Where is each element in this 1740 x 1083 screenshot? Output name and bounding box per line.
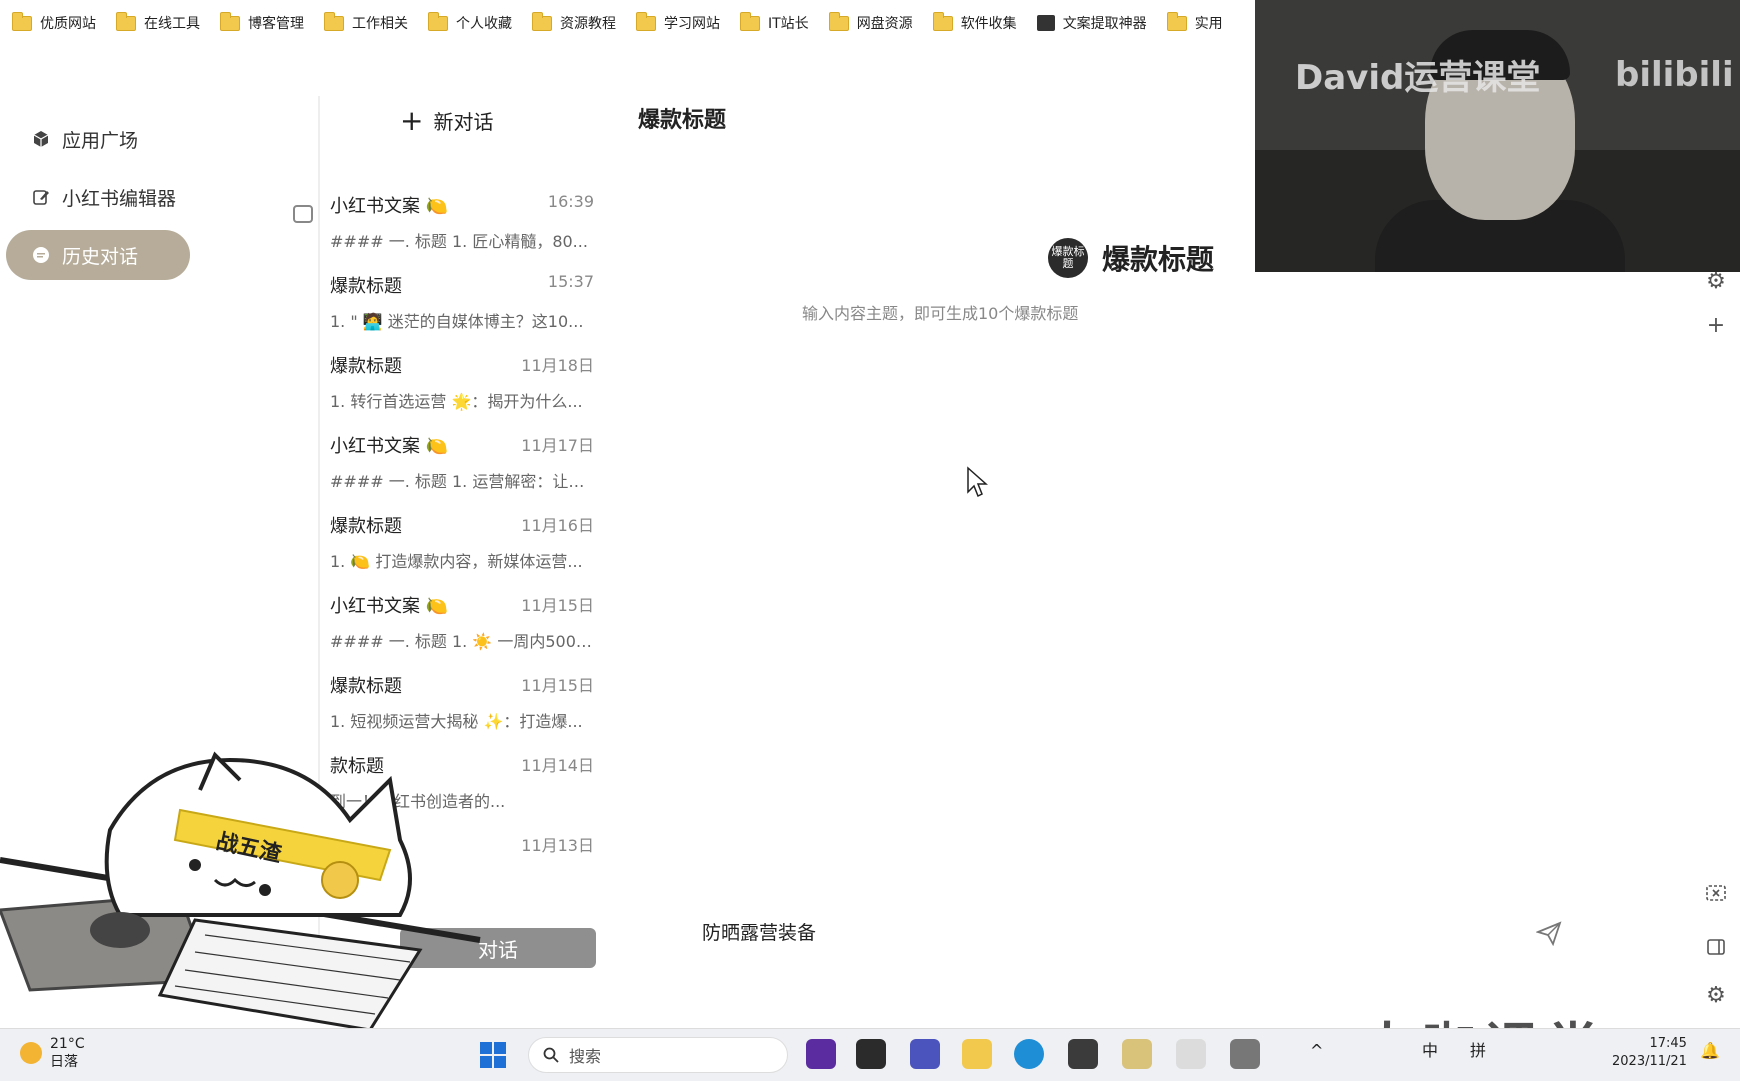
bookmark-item[interactable]: 在线工具 <box>116 11 200 33</box>
screenshot-icon[interactable] <box>1703 880 1729 906</box>
folder-icon <box>1166 11 1187 31</box>
bookmark-item[interactable]: 资源教程 <box>532 11 616 33</box>
notification-bell-icon[interactable]: 🔔 <box>1700 1041 1720 1060</box>
webcam-watermark: David运营课堂 <box>1295 58 1541 98</box>
notepad-icon[interactable] <box>1122 1039 1152 1069</box>
taskbar-clock[interactable]: 17:45 2023/11/21 <box>1612 1035 1687 1071</box>
bookmark-item[interactable]: 文案提取神器 <box>1036 13 1147 33</box>
bot-avatar: 爆款标题 <box>1048 238 1088 278</box>
chat-input[interactable]: 防晒露营装备 <box>702 918 816 945</box>
folder-icon <box>12 11 32 31</box>
app-icon[interactable] <box>1176 1039 1206 1069</box>
chevron-up-icon[interactable]: ^ <box>1310 1041 1323 1060</box>
plus-icon: + <box>400 103 424 137</box>
folder-icon <box>116 11 136 31</box>
webcam-overlay: David运营课堂 bilibili <box>1255 0 1740 272</box>
conversation-item[interactable]: 小红书文案 🍋 16:39 #### 一. 标题 1. 匠心精髓，80... <box>330 192 594 252</box>
edit-icon <box>32 188 50 206</box>
conversation-item[interactable]: 爆款标题 11月18日 1. 转行首选运营 🌟：揭开为什么... <box>330 352 594 412</box>
bookmark-item[interactable]: 个人收藏 <box>428 11 512 33</box>
folder-icon <box>740 11 760 31</box>
edge-browser-icon[interactable] <box>1014 1039 1044 1069</box>
taskbar: 21°C 日落 搜索 ^ 中 拼 17:45 2023/11/21 🔔 <box>0 1028 1740 1081</box>
mouse-cursor-icon <box>967 466 988 498</box>
search-icon <box>543 1047 559 1063</box>
app-icon[interactable] <box>856 1039 886 1069</box>
new-chat-button[interactable]: + 新对话 <box>400 106 493 135</box>
sidebar-toggle-icon[interactable] <box>1703 934 1729 960</box>
file-explorer-icon[interactable] <box>962 1039 992 1069</box>
bilibili-logo: bilibili <box>1615 55 1734 95</box>
bookmark-item[interactable]: 网盘资源 <box>828 11 913 33</box>
conversation-item[interactable]: 爆款标题 11月16日 1. 🍋 打造爆款内容，新媒体运营... <box>330 512 594 572</box>
bookmark-item[interactable]: 工作相关 <box>324 11 408 33</box>
app-icon[interactable] <box>1230 1039 1260 1069</box>
weather-widget[interactable]: 21°C 日落 <box>20 1035 85 1071</box>
cat-mascot-illustration: 战五渣 <box>0 751 481 1030</box>
folder-icon <box>220 11 240 31</box>
conversation-item[interactable]: 爆款标题 15:37 1. " 🧑‍💻 迷茫的自媒体博主？这10... <box>330 272 594 332</box>
cube-icon <box>32 130 50 148</box>
sidebar-item-xhs-editor[interactable]: 小红书编辑器 <box>6 172 224 222</box>
folder-icon <box>932 11 953 31</box>
conversation-item[interactable]: 小红书文案 🍋 11月17日 #### 一. 标题 1. 运营解密：让你... <box>330 432 594 492</box>
app-icon <box>1036 15 1055 31</box>
folder-icon <box>636 11 656 31</box>
sidebar-item-app-square[interactable]: 应用广场 <box>6 114 224 164</box>
taskbar-search[interactable]: 搜索 <box>528 1037 788 1073</box>
bookmark-item[interactable]: 实用 <box>1166 11 1223 33</box>
bot-name: 爆款标题 <box>1102 243 1215 276</box>
bookmark-item[interactable]: IT站长 <box>740 11 809 33</box>
bookmark-item[interactable]: 软件收集 <box>932 11 1017 33</box>
sidebar-item-label: 历史对话 <box>62 245 139 268</box>
weather-description: 日落 <box>50 1054 78 1070</box>
bot-header: 爆款标题 爆款标题 <box>1048 238 1214 278</box>
premiere-app-icon[interactable] <box>806 1039 836 1069</box>
folder-icon <box>428 11 448 31</box>
windows-start-icon[interactable] <box>480 1042 506 1068</box>
weather-temperature: 21°C <box>50 1036 85 1052</box>
teams-app-icon[interactable] <box>910 1039 940 1069</box>
folder-icon <box>828 11 849 31</box>
bookmark-item[interactable]: 学习网站 <box>636 11 720 33</box>
chat-icon <box>32 246 50 264</box>
send-icon[interactable] <box>1536 920 1562 946</box>
bot-description: 输入内容主题，即可生成10个爆款标题 <box>802 304 1079 323</box>
bookmark-item[interactable]: 优质网站 <box>12 11 96 33</box>
cat-mascot-overlay: 战五渣 <box>0 740 520 1030</box>
weather-sun-icon <box>20 1042 42 1064</box>
bookmark-item[interactable]: 博客管理 <box>220 11 304 33</box>
page-title: 爆款标题 <box>638 108 727 133</box>
conversation-item[interactable]: 爆款标题 11月15日 1. 短视频运营大揭秘 ✨：打造爆... <box>330 672 594 732</box>
sidebar: 应用广场 小红书编辑器 历史对话 <box>0 110 230 288</box>
ime-input[interactable]: 拼 <box>1470 1037 1486 1061</box>
conversation-item[interactable]: 小红书文案 🍋 11月15日 #### 一. 标题 1. ☀️ 一周内5000..… <box>330 592 594 652</box>
sidebar-item-label: 小红书编辑器 <box>62 187 177 210</box>
folder-icon <box>532 11 552 31</box>
settings-icon[interactable]: ⚙ <box>1703 982 1729 1008</box>
sidebar-item-label: 应用广场 <box>62 129 139 152</box>
message-icon[interactable] <box>293 205 313 223</box>
folder-icon <box>324 11 344 31</box>
ime-mode[interactable]: 中 <box>1422 1037 1438 1061</box>
plus-icon[interactable]: + <box>1703 312 1729 338</box>
app-icon[interactable] <box>1068 1039 1098 1069</box>
sidebar-item-history[interactable]: 历史对话 <box>6 230 190 280</box>
